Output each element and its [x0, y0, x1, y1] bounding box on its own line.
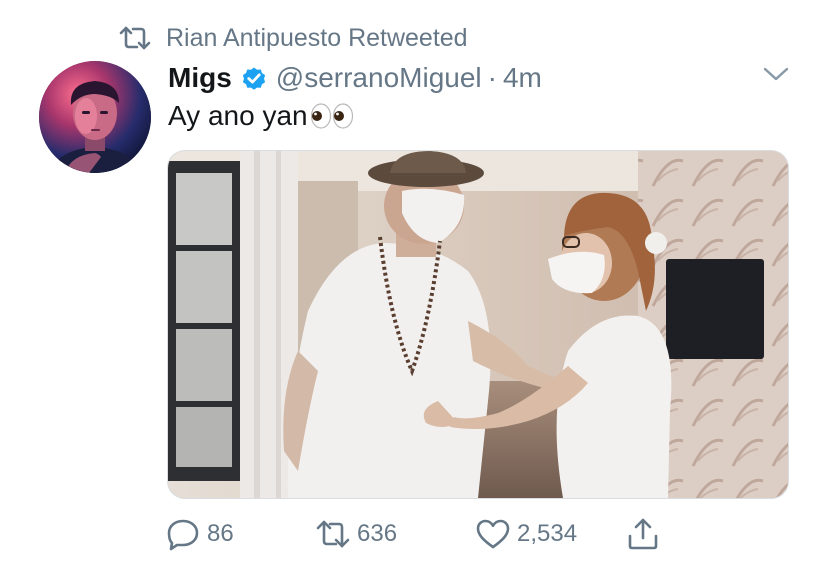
- tweet-body: Ay ano yan: [168, 100, 354, 132]
- display-name[interactable]: Migs: [168, 62, 232, 94]
- reply-button[interactable]: 86: [165, 512, 234, 556]
- avatar[interactable]: [39, 61, 151, 173]
- tweet-timestamp[interactable]: 4m: [503, 62, 542, 94]
- share-icon: [628, 518, 658, 550]
- retweet-banner-text: Rian Antipuesto Retweeted: [166, 23, 468, 52]
- avatar-image: [39, 61, 151, 173]
- retweet-icon: [119, 26, 151, 50]
- share-button[interactable]: [625, 512, 667, 556]
- like-count: 2,534: [517, 520, 578, 547]
- eyes-emoji-icon: [310, 103, 353, 129]
- retweet-icon: [316, 520, 350, 548]
- retweet-banner[interactable]: Rian Antipuesto Retweeted: [118, 22, 468, 54]
- reply-icon: [167, 519, 199, 551]
- chevron-down-icon[interactable]: [762, 64, 790, 84]
- tweet-header: Migs @serranoMiguel · 4m: [168, 58, 542, 98]
- retweet-count: 636: [357, 520, 398, 547]
- tweet-photo: [168, 151, 788, 498]
- user-handle[interactable]: @serranoMiguel: [276, 62, 482, 94]
- heart-icon: [476, 519, 510, 549]
- tweet-media-photo[interactable]: [167, 150, 789, 499]
- verified-badge-icon: [242, 67, 265, 90]
- meta-separator: ·: [487, 62, 497, 93]
- retweet-button[interactable]: 636: [315, 512, 397, 556]
- reply-count: 86: [207, 520, 234, 547]
- tweet-text: Ay ano yan: [168, 100, 308, 131]
- like-button[interactable]: 2,534: [475, 512, 577, 556]
- tweet-actions: 86 636 2,534: [165, 512, 685, 556]
